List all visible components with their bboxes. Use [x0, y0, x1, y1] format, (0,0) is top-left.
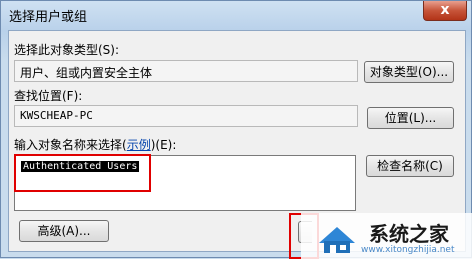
locations-button[interactable]: 位置(L)...	[367, 107, 454, 129]
location-field: KWSCHEAP-PC	[14, 105, 358, 127]
highlight-box-names	[14, 154, 151, 192]
object-type-value: 用户、组或内置安全主体	[20, 66, 153, 80]
close-icon: x	[440, 2, 450, 18]
names-label-prefix: 输入对象名称来选择(	[14, 138, 127, 152]
dialog-window: 选择用户或组 x 选择此对象类型(S): 用户、组或内置安全主体 对象类型(O)…	[0, 0, 472, 259]
names-label-suffix: )(E):	[150, 138, 177, 152]
watermark-url: www.xitongzhijia.net	[361, 245, 455, 255]
object-type-field: 用户、组或内置安全主体	[14, 60, 358, 82]
window-title: 选择用户或组	[9, 10, 88, 25]
names-label: 输入对象名称来选择(示例)(E):	[14, 136, 176, 153]
object-type-label: 选择此对象类型(S):	[14, 43, 120, 57]
close-button[interactable]: x	[423, 1, 467, 21]
location-label: 查找位置(F):	[14, 89, 83, 103]
check-names-button[interactable]: 检查名称(C)	[366, 155, 454, 177]
object-types-button[interactable]: 对象类型(O)...	[364, 61, 454, 83]
location-value: KWSCHEAP-PC	[20, 109, 93, 122]
examples-link[interactable]: 示例	[127, 138, 151, 152]
watermark-text: 系统之家	[369, 222, 449, 246]
title-bar[interactable]: 选择用户或组 x	[1, 1, 472, 29]
advanced-button[interactable]: 高级(A)...	[19, 220, 109, 242]
